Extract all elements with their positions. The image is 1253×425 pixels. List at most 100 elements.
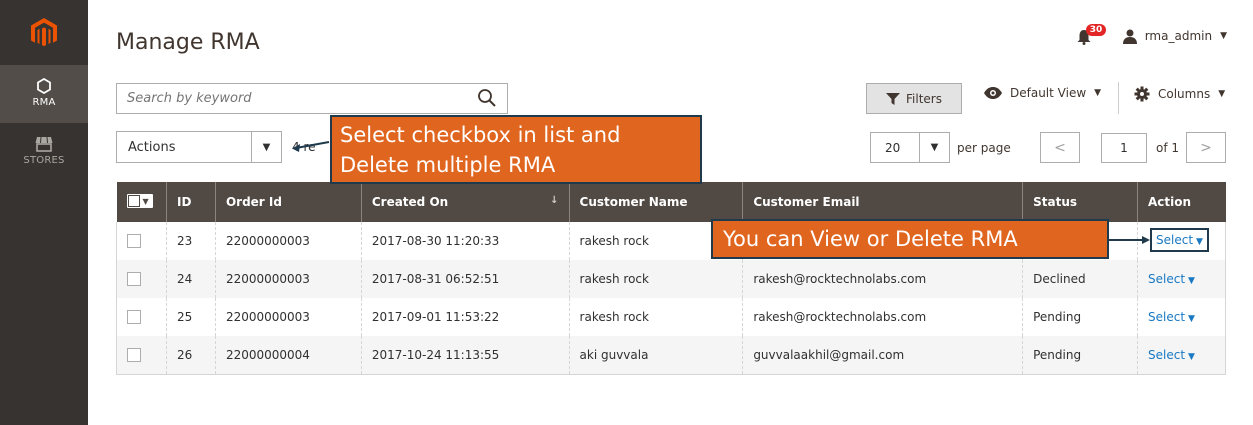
column-header-customer-email[interactable]: Customer Email — [742, 182, 1023, 222]
cell-created-on: 2017-08-30 11:20:33 — [360, 222, 570, 260]
per-page-dropdown[interactable]: 20 ▼ — [870, 132, 950, 163]
row-action-select[interactable]: Select ▼ — [1148, 272, 1195, 286]
table-row: 25 22000000003 2017-09-01 11:53:22 rakes… — [116, 298, 1226, 336]
filter-icon — [886, 92, 900, 105]
column-header-status[interactable]: Status — [1022, 182, 1138, 222]
header-actions: 30 rma_admin ▼ — [1077, 24, 1227, 46]
row-checkbox-cell — [116, 260, 167, 298]
row-action-select[interactable]: Select ▼ — [1148, 310, 1195, 324]
callout-line: Select checkbox in list and — [340, 123, 621, 147]
cell-customer-email: rakesh@rocktechnolabs.com — [742, 298, 1023, 336]
notifications-button[interactable]: 30 — [1077, 24, 1107, 46]
cell-id: 23 — [165, 222, 216, 260]
cell-order-id: 22000000003 — [214, 222, 362, 260]
column-header-label: Created On — [371, 195, 449, 209]
select-label: Select — [1148, 272, 1186, 286]
select-label: Select — [1156, 233, 1194, 247]
chevron-down-icon: ▼ — [1196, 237, 1203, 247]
gear-icon — [1134, 86, 1150, 102]
cell-order-id: 22000000003 — [214, 260, 362, 298]
row-checkbox[interactable] — [127, 348, 141, 362]
cell-order-id: 22000000003 — [214, 298, 362, 336]
mass-select-header[interactable]: ▼ — [116, 182, 167, 222]
previous-page-button[interactable]: < — [1040, 132, 1080, 163]
chevron-down-icon: ▼ — [142, 196, 149, 206]
cell-action: Select ▼ — [1137, 298, 1226, 336]
sort-arrow-icon: ↓ — [550, 195, 559, 206]
mass-select-checkbox[interactable]: ▼ — [126, 194, 153, 208]
cell-created-on: 2017-09-01 11:53:22 — [360, 298, 570, 336]
callout-row-action: You can View or Delete RMA — [711, 219, 1109, 259]
cell-customer-name: rakesh rock — [568, 260, 743, 298]
cell-customer-name: aki guvvala — [568, 336, 743, 375]
column-header-id[interactable]: ID — [165, 182, 216, 222]
sidebar-item-rma[interactable]: RMA — [0, 65, 88, 123]
column-header-customer-name[interactable]: Customer Name — [568, 182, 743, 222]
page-title: Manage RMA — [116, 30, 260, 55]
chevron-down-icon: ▼ — [251, 132, 281, 162]
chevron-down-icon: ▼ — [1188, 276, 1195, 286]
columns-label: Columns — [1158, 87, 1211, 101]
sidebar-item-label: STORES — [23, 155, 65, 166]
chevron-down-icon: ▼ — [1218, 89, 1226, 99]
row-action-select[interactable]: Select ▼ — [1148, 348, 1195, 362]
search-button[interactable] — [477, 88, 497, 112]
current-page-input[interactable] — [1101, 133, 1147, 163]
row-checkbox[interactable] — [127, 272, 141, 287]
sidebar: RMA STORES — [0, 0, 88, 425]
user-menu[interactable]: rma_admin ▼ — [1122, 29, 1227, 44]
filters-label: Filters — [906, 91, 942, 106]
sidebar-item-label: RMA — [32, 97, 56, 108]
chevron-down-icon: ▼ — [1188, 351, 1195, 362]
columns-button[interactable]: Columns ▼ — [1134, 86, 1225, 102]
chevron-down-icon: ▼ — [919, 133, 949, 162]
cell-status: Pending — [1022, 298, 1138, 336]
cell-action: Select ▼ — [1137, 260, 1226, 298]
hexagon-icon — [37, 78, 51, 94]
eye-icon — [984, 87, 1002, 99]
notification-badge: 30 — [1085, 24, 1107, 36]
column-header-action: Action — [1137, 182, 1226, 222]
table-header-row: ▼ ID Order Id Created On ↓ Customer Name… — [116, 182, 1226, 222]
main-content: Manage RMA 30 rma_admin ▼ Search by keyw… — [88, 0, 1253, 425]
cell-action: Select ▼ — [1137, 336, 1226, 375]
filters-button[interactable]: Filters — [866, 83, 962, 114]
cell-id: 26 — [165, 336, 216, 375]
actions-dropdown[interactable]: Actions ▼ — [116, 131, 282, 163]
row-checkbox[interactable] — [127, 234, 141, 249]
column-header-order-id[interactable]: Order Id — [214, 182, 362, 222]
default-view-label: Default View — [1010, 86, 1087, 100]
store-icon — [35, 136, 53, 152]
divider — [1118, 82, 1119, 114]
select-label: Select — [1148, 347, 1186, 362]
actions-label: Actions — [128, 139, 176, 155]
table-row: 24 22000000003 2017-08-31 06:52:51 rakes… — [116, 260, 1226, 298]
select-label: Select — [1148, 310, 1186, 324]
column-header-created-on[interactable]: Created On ↓ — [360, 182, 570, 222]
next-page-button[interactable]: > — [1186, 132, 1226, 163]
row-checkbox-cell — [116, 222, 167, 260]
records-found: 4 re — [292, 140, 316, 154]
per-page-label: per page — [957, 141, 1011, 155]
default-view-button[interactable]: Default View ▼ — [984, 86, 1101, 100]
rma-grid: ▼ ID Order Id Created On ↓ Customer Name… — [116, 182, 1226, 375]
magento-logo[interactable] — [0, 0, 88, 65]
search-input[interactable] — [127, 91, 457, 106]
row-checkbox-cell — [116, 336, 167, 375]
cell-order-id: 22000000004 — [214, 336, 362, 375]
cell-customer-email: rakesh@rocktechnolabs.com — [742, 260, 1023, 298]
row-action-select-highlighted[interactable]: Select ▼ — [1150, 228, 1209, 252]
chevron-down-icon: ▼ — [1094, 88, 1102, 98]
chevron-right-icon: > — [1200, 139, 1212, 156]
cell-customer-email: guvvalaakhil@gmail.com — [742, 336, 1023, 375]
chevron-down-icon: ▼ — [1188, 314, 1195, 324]
cell-id: 24 — [165, 260, 216, 298]
cell-customer-name: rakesh rock — [568, 298, 743, 336]
cell-status: Declined — [1022, 260, 1138, 298]
app: RMA STORES Manage RMA 30 rma_admin ▼ Sea… — [0, 0, 1253, 425]
user-icon — [1122, 29, 1137, 44]
row-checkbox[interactable] — [127, 310, 141, 325]
checkbox-icon — [127, 195, 140, 207]
sidebar-item-stores[interactable]: STORES — [0, 123, 88, 181]
cell-created-on: 2017-10-24 11:13:55 — [360, 336, 570, 375]
